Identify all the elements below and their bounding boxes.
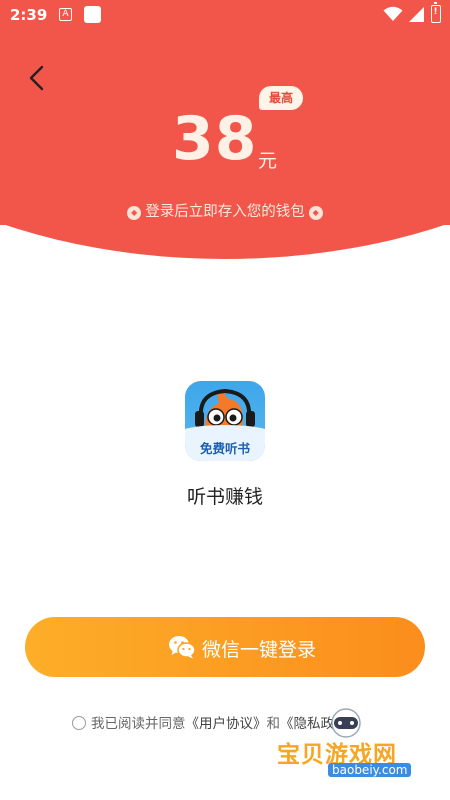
watermark-url: baobeiy.com (328, 763, 412, 777)
wechat-icon (169, 636, 196, 659)
wifi-icon (383, 6, 403, 21)
battery-icon: ! (431, 2, 441, 23)
reward-unit: 元 (258, 150, 278, 172)
icon-label: 免费听书 (199, 441, 250, 456)
agreement-prefix: 我已阅读并同意 (91, 716, 186, 732)
right-dot-icon: ◆ (308, 206, 323, 220)
wechat-login-button[interactable]: 微信一键登录 (25, 617, 425, 677)
back-button[interactable] (22, 62, 54, 94)
agreement-checkbox[interactable] (72, 716, 86, 730)
status-time: 2:39 (10, 6, 48, 24)
signal-icon (409, 7, 424, 22)
app-name: 听书赚钱 (186, 486, 263, 508)
wallet-note: ◆ 登录后立即存入您的钱包 ◆ (0, 200, 450, 221)
status-bar: 2:39 A ! (0, 0, 450, 30)
notification-a-icon: A (59, 8, 72, 21)
app-icon: 免费听书 (185, 381, 265, 461)
user-agreement-link[interactable]: 《用户协议》 (186, 716, 267, 732)
login-button-label: 微信一键登录 (202, 639, 317, 661)
notification-square-icon (84, 6, 101, 23)
max-badge: 最高 (259, 86, 303, 110)
reward-amount: 38 (172, 104, 258, 174)
battery-alert-mark: ! (433, 7, 438, 17)
wallet-note-text: 登录后立即存入您的钱包 (145, 204, 305, 220)
left-dot-icon: ◆ (127, 206, 142, 220)
chevron-left-icon (29, 65, 44, 91)
